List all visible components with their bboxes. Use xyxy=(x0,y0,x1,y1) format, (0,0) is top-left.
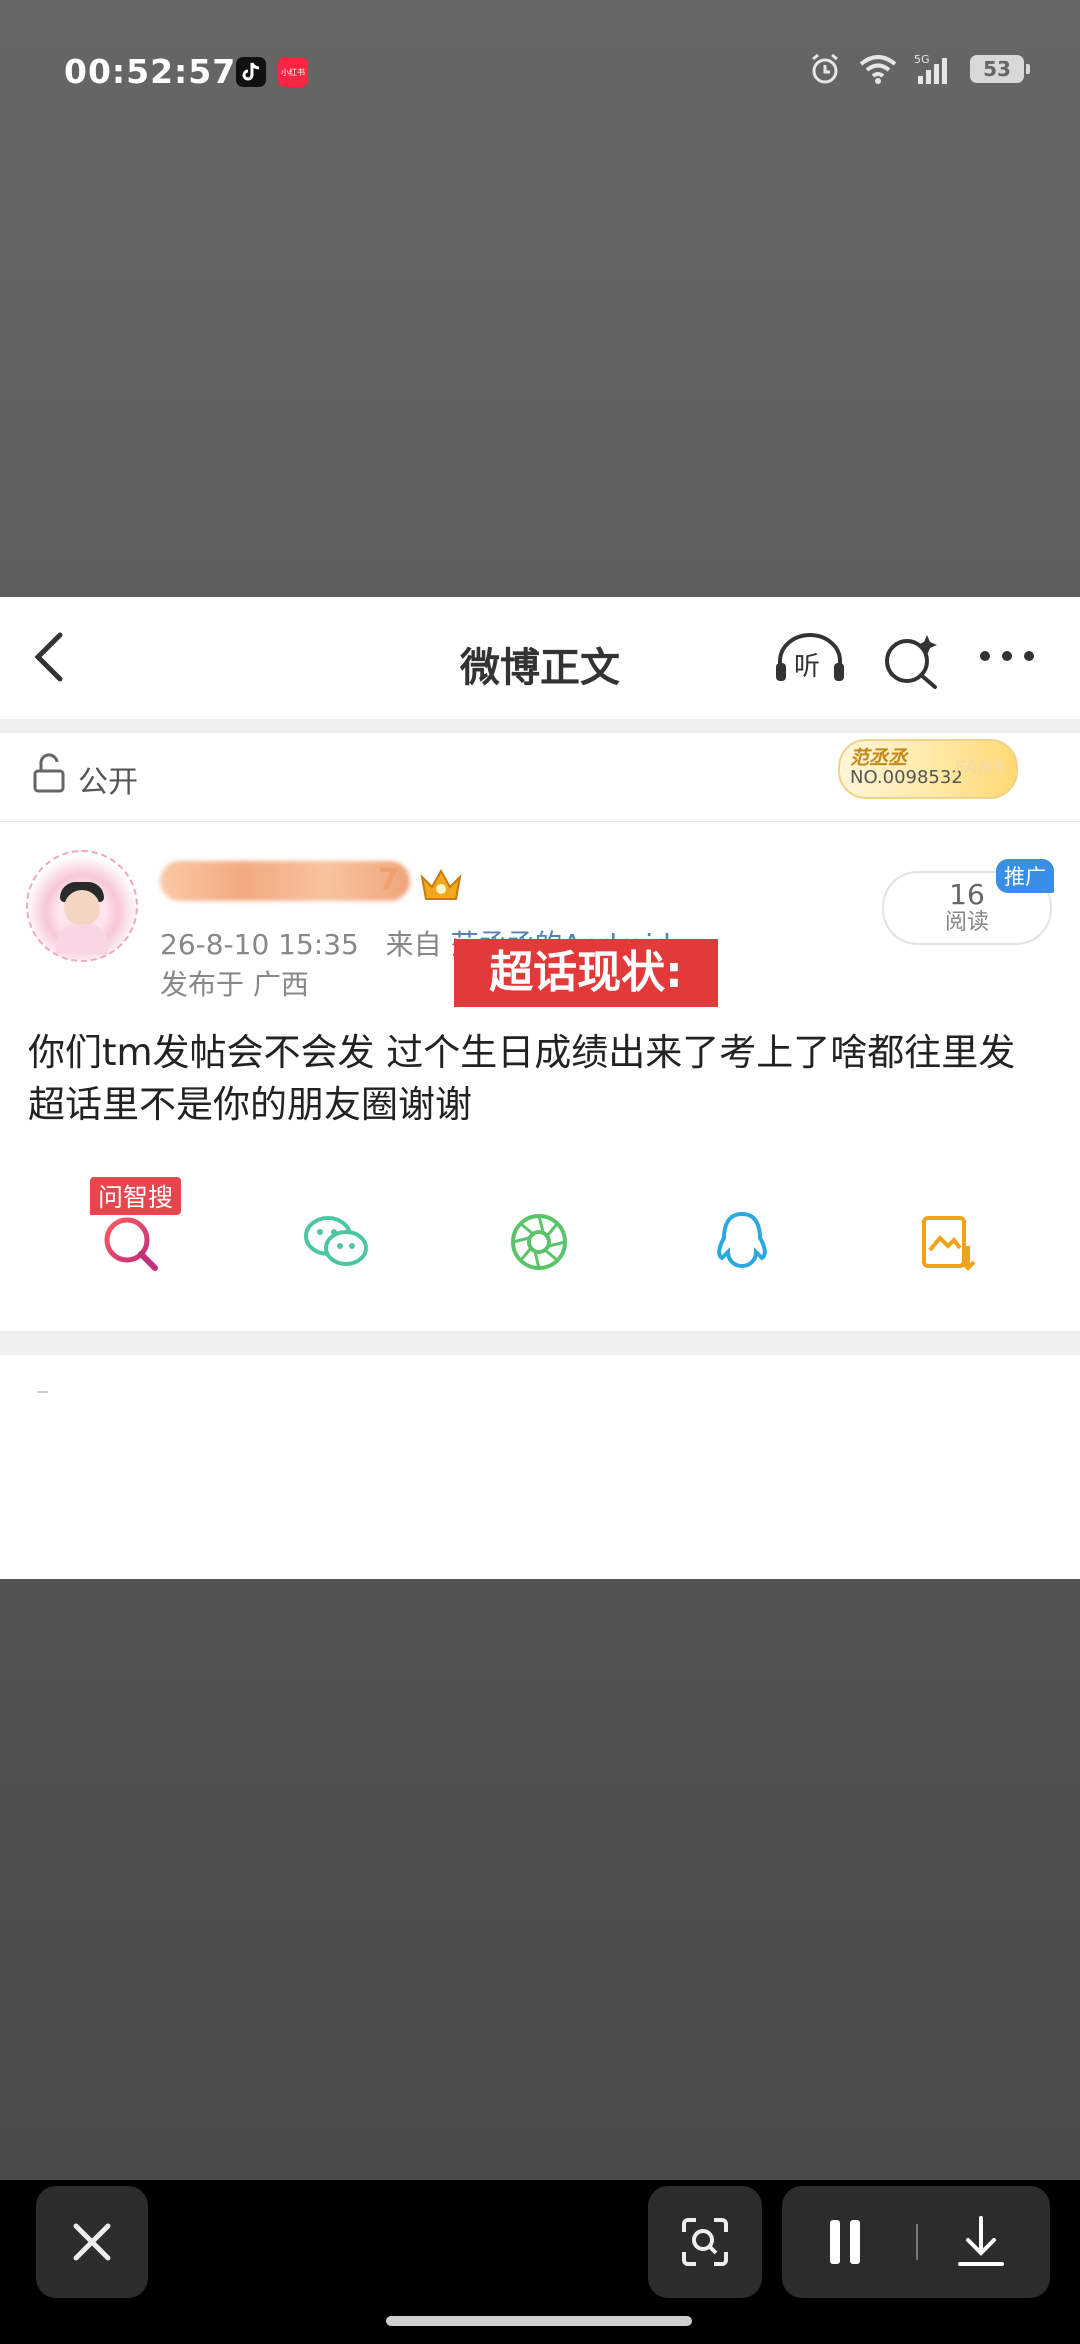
wechat-icon[interactable] xyxy=(300,1206,372,1278)
read-label: 阅读 xyxy=(944,910,989,935)
listen-headphones-icon[interactable]: 听 xyxy=(774,633,846,685)
moments-icon[interactable] xyxy=(503,1206,575,1278)
close-icon xyxy=(73,2223,111,2261)
ai-search-icon[interactable] xyxy=(883,633,941,689)
scan-search-icon xyxy=(682,2218,728,2266)
unlock-icon xyxy=(33,753,65,793)
ai-search-share-icon[interactable] xyxy=(95,1206,167,1278)
screen-search-button[interactable] xyxy=(648,2186,762,2298)
source-prefix: 来自 xyxy=(385,928,442,961)
fans-badge-mark: FANS xyxy=(954,757,1006,778)
qq-icon[interactable] xyxy=(706,1206,778,1278)
more-options-button[interactable] xyxy=(980,651,1034,661)
share-row xyxy=(0,1172,1080,1292)
top-bar: 微博正文 听 xyxy=(0,597,1080,719)
post-location: 发布于 广西 xyxy=(160,968,309,1001)
svg-text:听: 听 xyxy=(794,652,820,682)
cellular-5g-icon: 5G xyxy=(914,53,947,84)
weibo-post-card: 微博正文 听 公开 范丞丞 NO.0098532 FANS 7 26-8-10 … xyxy=(0,597,1080,1579)
xiaohongshu-icon: 小红书 xyxy=(278,57,308,87)
divider xyxy=(0,1331,1080,1355)
status-time: 00:52:57 xyxy=(64,52,237,91)
crown-icon xyxy=(420,868,462,900)
save-image-icon[interactable] xyxy=(912,1206,984,1278)
battery-indicator: 53 xyxy=(970,55,1030,83)
svg-text:5G: 5G xyxy=(914,53,930,66)
divider xyxy=(38,1391,48,1393)
visibility-label: 公开 xyxy=(78,765,138,800)
avatar[interactable] xyxy=(26,850,138,962)
fans-badge-name: 范丞丞 xyxy=(850,747,908,769)
overlay-caption: 超话现状: xyxy=(454,939,718,1007)
status-icons: 5G 53 xyxy=(808,52,1030,86)
pause-icon[interactable] xyxy=(816,2216,876,2268)
alarm-icon xyxy=(812,53,838,84)
post-timestamp: 26-8-10 15:35 xyxy=(160,928,359,961)
promo-tag[interactable]: 推广 xyxy=(996,859,1054,893)
download-icon[interactable] xyxy=(946,2214,1016,2270)
fans-badge[interactable]: 范丞丞 NO.0098532 FANS xyxy=(838,739,1018,799)
divider xyxy=(0,719,1080,733)
username-blurred[interactable] xyxy=(160,861,410,901)
wifi-icon xyxy=(859,55,897,84)
visibility-row: 公开 范丞丞 NO.0098532 FANS xyxy=(0,733,1080,822)
playback-controls xyxy=(782,2186,1050,2298)
home-indicator[interactable] xyxy=(386,2316,692,2326)
close-button[interactable] xyxy=(36,2186,148,2298)
username-tail: 7 xyxy=(378,863,399,898)
post-text: 你们tm发帖会不会发 过个生日成绩出来了考上了啥都往里发 超话里不是你的朋友圈谢… xyxy=(28,1031,1016,1126)
divider xyxy=(916,2224,918,2260)
tiktok-icon xyxy=(236,57,266,87)
fans-badge-number: NO.0098532 xyxy=(850,767,963,788)
